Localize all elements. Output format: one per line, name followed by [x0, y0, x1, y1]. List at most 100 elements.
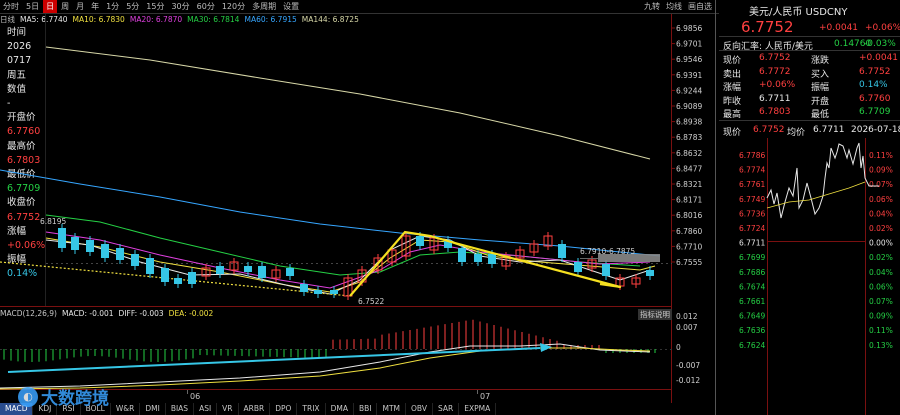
- quote-cell-2-1: +0.06%: [759, 80, 796, 90]
- indicator-tab-arbr[interactable]: ARBR: [239, 403, 271, 415]
- candle-body: [488, 254, 496, 264]
- range-annotation: 6.7910-6.7875: [580, 247, 635, 256]
- macd-header-item-1: MACD: -0.001: [61, 309, 114, 318]
- mini-left-tick: 6.7686: [739, 268, 765, 277]
- watermark-text: 大数跨境: [41, 389, 109, 409]
- quote-cell-1-1: 6.7772: [759, 66, 791, 77]
- mini-label2: 均价: [787, 128, 806, 138]
- macd-histogram: [3, 319, 656, 362]
- indicator-tab-dma[interactable]: DMA: [326, 403, 354, 415]
- price-tick: 6.8783: [676, 133, 702, 142]
- mini-left-tick: 6.7786: [739, 151, 765, 160]
- high-annotation: 6.8195: [40, 217, 66, 226]
- kline-chart[interactable]: 6.8195 6.7522 6.7910-6.7875 6.9856 6.9701…: [0, 0, 719, 415]
- mini-date: 2026-07-18: [851, 125, 900, 135]
- candle-body: [330, 290, 338, 294]
- indicator-tab-wr[interactable]: W&R: [111, 403, 141, 415]
- quote-cell-1-2: 买入: [811, 69, 830, 80]
- reverse-rate-pct: -0.03%: [864, 39, 896, 49]
- candle-body: [300, 284, 308, 292]
- indicator-tab-bias[interactable]: BIAS: [166, 403, 195, 415]
- price-tick: 6.9244: [676, 86, 702, 95]
- mini-left-axis: 6.7786 6.7774 6.7761 6.7749 6.7736 6.7724 6.77…: [739, 151, 765, 350]
- macd-header-item-0: MACD(12,26,9): [0, 309, 57, 318]
- candle-body: [314, 290, 322, 294]
- indicator-tab-vr[interactable]: VR: [217, 403, 239, 415]
- indicator-tab-trix[interactable]: TRIX: [297, 403, 326, 415]
- mini-left-tick: 6.7661: [739, 297, 765, 306]
- quote-cell-3-1: 6.7711: [759, 93, 791, 104]
- candle-body: [574, 262, 582, 272]
- mini-right-tick: 0.02%: [869, 253, 893, 262]
- price-tick: 6.8938: [676, 118, 702, 127]
- indicator-tab-mtm[interactable]: MTM: [377, 403, 407, 415]
- quote-cell-0-1: 6.7752: [759, 53, 791, 63]
- quote-cell-2-3: 0.14%: [859, 80, 888, 90]
- quote-cell-2-0: 涨幅: [723, 83, 742, 93]
- price-tick: 6.9546: [676, 55, 702, 64]
- mini-val2: 6.7711: [813, 125, 845, 135]
- ma60-line: [0, 169, 661, 257]
- price-axis: 6.9856 6.9701 6.9546 6.9391 6.9244 6.9089 6.89…: [672, 24, 702, 267]
- candle-body: [602, 264, 610, 276]
- candle-body: [474, 254, 482, 262]
- mini-right-tick: 0.09%: [869, 166, 893, 175]
- quote-cell-1-0: 卖出: [723, 69, 742, 80]
- quote-cell-3-3: 6.7760: [859, 93, 891, 104]
- mini-right-tick: 0.02%: [869, 224, 893, 233]
- intraday-mini-chart[interactable]: 6.7786 6.7774 6.7761 6.7749 6.7736 6.7724 6.77…: [719, 138, 900, 415]
- mini-left-tick: 6.7674: [739, 282, 765, 291]
- candle-body: [116, 248, 124, 260]
- mini-right-tick: 0.07%: [869, 180, 893, 189]
- mini-right-tick: 0.11%: [869, 151, 893, 160]
- intraday-avg-line: [766, 181, 866, 209]
- mini-left-tick: 6.7711: [739, 239, 765, 248]
- candle-body: [216, 266, 224, 274]
- mini-right-axis: 0.11% 0.09% 0.07% 0.06% 0.04% 0.02% 0.00% 0.02%…: [869, 151, 893, 350]
- mini-left-tick: 6.7636: [739, 326, 765, 335]
- quote-cell-4-3: 6.7709: [859, 107, 891, 117]
- mini-right-tick: 0.09%: [869, 312, 893, 321]
- price-tick: 6.7860: [676, 227, 702, 236]
- indicator-tab-expma[interactable]: EXPMA: [459, 403, 497, 415]
- quote-cell-3-0: 昨收: [723, 96, 742, 107]
- quote-price: 6.7752: [741, 18, 794, 36]
- candle-body: [146, 258, 154, 274]
- price-tick: 6.9856: [676, 24, 702, 33]
- quote-cell-2-2: 振幅: [811, 83, 830, 93]
- mini-left-tick: 6.7761: [739, 180, 765, 189]
- mini-right-tick: 0.11%: [869, 326, 893, 335]
- mini-left-tick: 6.7699: [739, 253, 765, 262]
- indicator-help[interactable]: 指标说明: [638, 309, 672, 320]
- mini-right-tick: 0.06%: [869, 282, 893, 291]
- indicator-tab-bbi[interactable]: BBI: [354, 403, 378, 415]
- indicator-tab-sar[interactable]: SAR: [433, 403, 460, 415]
- low-annotation: 6.7522: [358, 297, 384, 306]
- candle-body: [558, 244, 566, 258]
- indicator-tab-asi[interactable]: ASI: [194, 403, 218, 415]
- quote-cell-3-2: 开盘: [811, 96, 830, 107]
- indicator-tab-obv[interactable]: OBV: [406, 403, 433, 415]
- price-tick: 6.8632: [676, 149, 702, 158]
- indicator-tab-dmi[interactable]: DMI: [140, 403, 166, 415]
- mini-left-tick: 6.7736: [739, 209, 765, 218]
- intraday-price-line: [766, 142, 879, 219]
- macd-tick: 0: [676, 343, 681, 352]
- mini-right-tick: 0.07%: [869, 297, 893, 306]
- price-tick: 6.7555: [676, 258, 702, 267]
- quote-panel: 美元/人民币 USDCNY 6.7752 +0.0041 +0.06% 反向汇率…: [719, 0, 900, 415]
- price-tick: 6.7710: [676, 242, 702, 251]
- macd-header: MACD(12,26,9) MACD: -0.001 DIFF: -0.003 DEA…: [0, 309, 213, 318]
- candle-body: [161, 268, 169, 282]
- macd-header-item-2: DIFF: -0.003: [118, 309, 164, 318]
- price-tick: 6.9089: [676, 102, 702, 111]
- candle-body: [174, 278, 182, 284]
- macd-tick: 0.012: [676, 312, 698, 321]
- macd-tick: 0.007: [676, 323, 698, 332]
- macd-tick: -0.012: [676, 376, 700, 385]
- mini-right-tick: 0.00%: [869, 239, 893, 248]
- candle-body: [86, 240, 94, 252]
- quote-title: 美元/人民币 USDCNY: [749, 7, 848, 18]
- watermark-icon: ◐: [18, 386, 38, 407]
- indicator-tab-dpo[interactable]: DPO: [270, 403, 298, 415]
